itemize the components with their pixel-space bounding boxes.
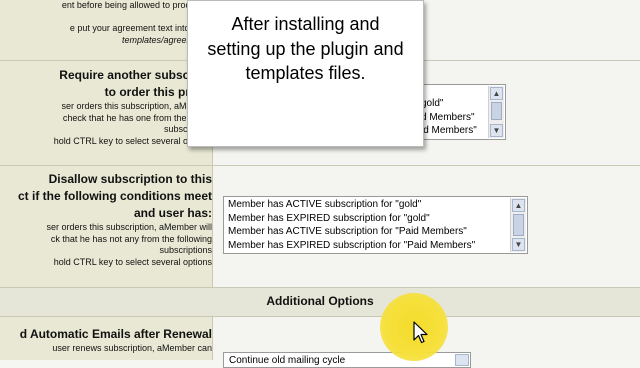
row-divider — [0, 165, 640, 166]
scroll-down-icon[interactable]: ▼ — [490, 124, 503, 137]
disallow-title-line: Disallow subscription to this — [48, 172, 212, 186]
listbox-scrollbar[interactable]: ▲ ▼ — [488, 86, 504, 138]
listbox-scrollbar[interactable]: ▲ ▼ — [510, 198, 526, 252]
scroll-up-icon[interactable]: ▲ — [490, 87, 503, 100]
disallow-desc-line: hold CTRL key to select several options — [53, 256, 212, 267]
additional-options-header: Additional Options — [0, 287, 640, 317]
scroll-up-icon[interactable]: ▲ — [512, 199, 525, 212]
caption-line: templates files. — [245, 63, 366, 83]
disallow-conditions-listbox[interactable]: Member has ACTIVE subscription for "gold… — [223, 196, 528, 254]
scroll-down-icon[interactable]: ▼ — [512, 238, 525, 251]
disallow-title-line: and user has: — [133, 206, 212, 220]
list-item[interactable]: Member has ACTIVE subscription for "gold… — [224, 198, 527, 212]
disallow-title-line: ct if the following conditions meet — [18, 189, 212, 203]
list-item[interactable]: Member has EXPIRED subscription for "Pai… — [224, 239, 527, 253]
renewal-emails-label: d Automatic Emails after Renewal user re… — [20, 326, 212, 355]
caption-overlay: After installing and setting up the plug… — [187, 0, 424, 147]
scroll-thumb[interactable] — [513, 214, 524, 236]
caption-line: setting up the plugin and — [207, 38, 404, 59]
caption-line: After installing and — [231, 14, 380, 34]
renewal-title: d Automatic Emails after Renewal — [19, 327, 212, 341]
mouse-pointer-icon — [413, 321, 428, 344]
section-title: Additional Options — [266, 294, 374, 308]
list-item[interactable]: Member has ACTIVE subscription for "Paid… — [224, 225, 527, 239]
disallow-desc-line: ser orders this subscription, aMember wi… — [46, 222, 212, 232]
list-item[interactable]: Member has EXPIRED subscription for "gol… — [224, 212, 527, 226]
disallow-subscription-label: Disallow subscription to this ct if the … — [18, 171, 212, 268]
scroll-thumb[interactable] — [491, 102, 502, 120]
select-value: Continue old mailing cycle — [229, 355, 346, 366]
disallow-desc-line: subscriptions — [159, 245, 212, 255]
renewal-desc: user renews subscription, aMember can — [52, 343, 212, 353]
disallow-desc-line: ck that he has not any from the followin… — [50, 233, 212, 244]
chevron-down-icon[interactable] — [455, 354, 469, 366]
